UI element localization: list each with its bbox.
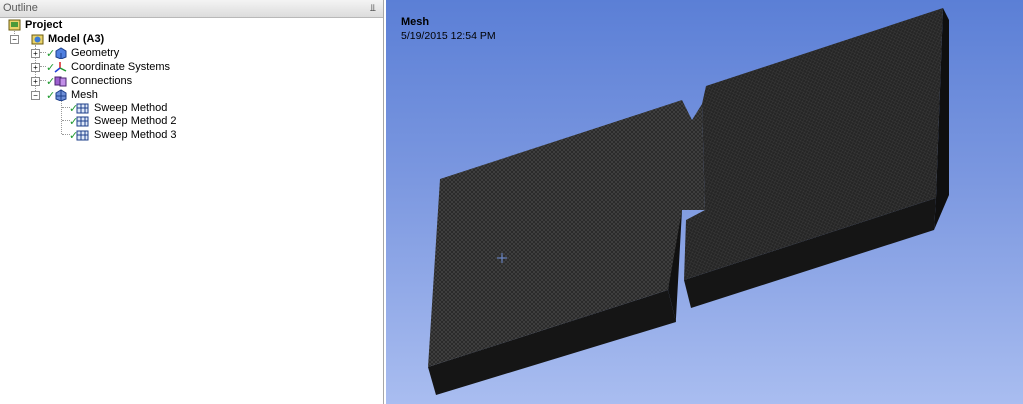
collapse-icon[interactable]: − [31, 91, 40, 100]
tree-item-sweep-method[interactable]: ✓ Sweep Method [0, 101, 380, 115]
project-icon [8, 19, 21, 31]
tree-item-sweep-method-2[interactable]: ✓ Sweep Method 2 [0, 114, 380, 128]
tree-item-connections[interactable]: + ✓ Connections [0, 74, 380, 88]
expand-icon[interactable]: + [31, 49, 40, 58]
tree-item-project[interactable]: Project [0, 18, 380, 32]
outline-title: Outline [3, 2, 38, 14]
coordinate-axes-icon [54, 61, 67, 73]
tree-label: Mesh [71, 89, 98, 101]
tree-label: Geometry [71, 47, 120, 59]
geometry-icon [54, 47, 67, 60]
tree-label: Sweep Method 3 [94, 129, 177, 141]
tree-label: Coordinate Systems [71, 61, 171, 73]
sweep-method-icon [76, 129, 89, 141]
tree-label: Sweep Method [94, 102, 168, 114]
mesh-model[interactable] [386, 0, 1023, 404]
tree-item-model[interactable]: − Model (A3) [0, 32, 380, 46]
model-icon [31, 33, 44, 45]
pin-icon[interactable]: ⫫ [368, 0, 378, 17]
graphics-viewport[interactable]: Mesh 5/19/2015 12:54 PM [386, 0, 1023, 404]
outline-header: Outline ⫫ [0, 0, 383, 18]
expand-icon[interactable]: + [31, 77, 40, 86]
viewport-timestamp: 5/19/2015 12:54 PM [401, 30, 496, 42]
tree-item-coordinate-systems[interactable]: + ✓ Coordinate Systems [0, 60, 380, 74]
collapse-icon[interactable]: − [10, 35, 19, 44]
tree-label: Project [25, 19, 63, 31]
sweep-method-icon [76, 115, 89, 127]
tree-label: Model (A3) [48, 33, 105, 45]
tree-label: Connections [71, 75, 133, 87]
expand-icon[interactable]: + [31, 63, 40, 72]
viewport-title: Mesh [401, 16, 430, 28]
outline-panel: Outline ⫫ Project − Model (A3) + ✓ Geome… [0, 0, 384, 404]
tree-label: Sweep Method 2 [94, 115, 177, 127]
tree-item-sweep-method-3[interactable]: ✓ Sweep Method 3 [0, 128, 380, 142]
tree-item-mesh[interactable]: − ✓ Mesh [0, 88, 380, 102]
tree-item-geometry[interactable]: + ✓ Geometry [0, 46, 380, 60]
connections-icon [54, 75, 67, 87]
mesh-icon [54, 89, 67, 102]
sweep-method-icon [76, 102, 89, 114]
